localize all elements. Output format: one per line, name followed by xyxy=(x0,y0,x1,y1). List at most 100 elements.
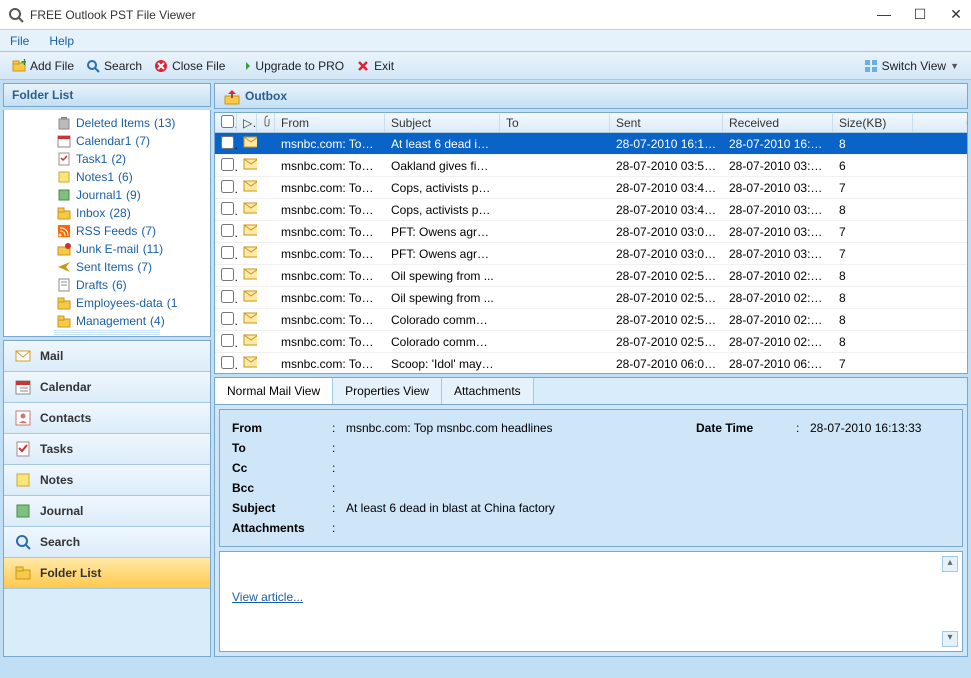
envelope-icon xyxy=(237,156,257,175)
search-button[interactable]: Search xyxy=(80,57,148,75)
nav-folderlist[interactable]: Folder List xyxy=(4,558,210,589)
close-file-button[interactable]: Close File xyxy=(148,57,231,75)
mail-row[interactable]: msnbc.com: Top m...Colorado commoti...28… xyxy=(215,309,967,331)
folder-count: (11) xyxy=(143,242,163,256)
nav-search[interactable]: Search xyxy=(4,527,210,558)
envelope-icon xyxy=(237,332,257,351)
row-checkbox[interactable] xyxy=(215,244,237,264)
cell-sent: 28-07-2010 03:48:49 xyxy=(610,179,723,197)
nav-notes[interactable]: Notes xyxy=(4,465,210,496)
notes-icon xyxy=(14,471,32,489)
svg-text:+: + xyxy=(21,59,26,69)
header-checkbox[interactable] xyxy=(215,113,237,133)
nav-contacts[interactable]: Contacts xyxy=(4,403,210,434)
row-checkbox[interactable] xyxy=(215,178,237,198)
folder-item[interactable]: Junk E-mail (11) xyxy=(6,240,208,258)
mail-row[interactable]: msnbc.com: Top m...Oil spewing from ...2… xyxy=(215,287,967,309)
menu-help[interactable]: Help xyxy=(49,34,74,48)
grid-body[interactable]: msnbc.com: Top m...At least 6 dead in ..… xyxy=(215,133,967,373)
mail-row[interactable]: msnbc.com: Top m...At least 6 dead in ..… xyxy=(215,133,967,155)
row-checkbox[interactable] xyxy=(215,354,237,374)
cell-from: msnbc.com: Top m... xyxy=(275,245,385,263)
folder-item[interactable]: Employees-data (1 xyxy=(6,294,208,312)
row-checkbox[interactable] xyxy=(215,310,237,330)
window-title: FREE Outlook PST File Viewer xyxy=(30,8,877,22)
row-checkbox[interactable] xyxy=(215,266,237,286)
cell-subject: PFT: Owens agrees... xyxy=(385,223,500,241)
view-article-link[interactable]: View article... xyxy=(232,590,303,604)
folder-item[interactable]: Notes1 (6) xyxy=(6,168,208,186)
tab-normal-mail-view[interactable]: Normal Mail View xyxy=(215,378,333,405)
close-button[interactable]: ✕ xyxy=(949,6,963,23)
cell-to xyxy=(500,252,610,256)
folder-count: (6) xyxy=(118,170,133,184)
tab-attachments[interactable]: Attachments xyxy=(442,378,534,404)
folder-item[interactable]: Task1 (2) xyxy=(6,150,208,168)
folder-item[interactable]: Deleted Items (13) xyxy=(6,114,208,132)
header-received[interactable]: Received xyxy=(723,114,833,132)
folder-name: Sent Items xyxy=(76,260,133,274)
value-from: msnbc.com: Top msnbc.com headlines xyxy=(346,421,696,435)
close-red-icon xyxy=(154,59,168,73)
mail-row[interactable]: msnbc.com: Top m...Scoop: 'Idol' may ...… xyxy=(215,353,967,373)
folder-name: Task1 xyxy=(76,152,107,166)
mail-row[interactable]: msnbc.com: Top m...Oil spewing from ...2… xyxy=(215,265,967,287)
folder-tree[interactable]: Deleted Items (13)Calendar1 (7)Task1 (2)… xyxy=(4,110,210,330)
tab-properties-view[interactable]: Properties View xyxy=(333,378,442,404)
mail-row[interactable]: msnbc.com: Top m...Colorado commoti...28… xyxy=(215,331,967,353)
row-checkbox[interactable] xyxy=(215,332,237,352)
folder-item[interactable]: Inbox (28) xyxy=(6,204,208,222)
mail-row[interactable]: msnbc.com: Top m...Oakland gives fina...… xyxy=(215,155,967,177)
switch-view-button[interactable]: Switch View ▼ xyxy=(858,57,965,75)
envelope-icon xyxy=(237,178,257,197)
add-file-button[interactable]: + Add File xyxy=(6,57,80,75)
value-datetime: 28-07-2010 16:13:33 xyxy=(810,421,950,435)
nav-tasks[interactable]: Tasks xyxy=(4,434,210,465)
folder-item[interactable]: Calendar1 (7) xyxy=(6,132,208,150)
row-checkbox[interactable] xyxy=(215,156,237,176)
folder-item[interactable]: Sent Items (7) xyxy=(6,258,208,276)
header-sent[interactable]: Sent xyxy=(610,114,723,132)
header-subject[interactable]: Subject xyxy=(385,114,500,132)
upgrade-button[interactable]: Upgrade to PRO xyxy=(231,57,350,75)
envelope-icon xyxy=(237,288,257,307)
nav-mail[interactable]: Mail xyxy=(4,341,210,372)
title-bar: FREE Outlook PST File Viewer — ☐ ✕ xyxy=(0,0,971,30)
maximize-button[interactable]: ☐ xyxy=(913,6,927,23)
cell-size: 7 xyxy=(833,179,913,197)
splitter-handle[interactable] xyxy=(54,330,160,336)
row-checkbox[interactable] xyxy=(215,288,237,308)
header-from[interactable]: From xyxy=(275,114,385,132)
folder-item[interactable]: Management (4) xyxy=(6,312,208,330)
nav-calendar[interactable]: Calendar xyxy=(4,372,210,403)
row-checkbox[interactable] xyxy=(215,200,237,220)
minimize-button[interactable]: — xyxy=(877,6,891,23)
header-size[interactable]: Size(KB) xyxy=(833,114,913,132)
row-checkbox[interactable] xyxy=(215,222,237,242)
header-attachment-icon[interactable] xyxy=(257,113,275,132)
mail-row[interactable]: msnbc.com: Top m...PFT: Owens agrees...2… xyxy=(215,243,967,265)
scroll-up-button[interactable]: ▴ xyxy=(942,556,958,572)
cell-sent: 28-07-2010 02:59:32 xyxy=(610,267,723,285)
folder-name: Notes1 xyxy=(76,170,114,184)
cell-subject: Scoop: 'Idol' may ... xyxy=(385,355,500,373)
mail-row[interactable]: msnbc.com: Top m...PFT: Owens agrees...2… xyxy=(215,221,967,243)
cell-sent: 28-07-2010 02:59:32 xyxy=(610,289,723,307)
cell-to xyxy=(500,142,610,146)
cell-subject: Oil spewing from ... xyxy=(385,267,500,285)
mail-row[interactable]: msnbc.com: Top m...Cops, activists pre..… xyxy=(215,199,967,221)
label-cc: Cc xyxy=(232,461,332,475)
scroll-down-button[interactable]: ▾ xyxy=(942,631,958,647)
menu-file[interactable]: File xyxy=(10,34,29,48)
nav-journal[interactable]: Journal xyxy=(4,496,210,527)
row-checkbox[interactable] xyxy=(215,134,237,154)
folder-item[interactable]: RSS Feeds (7) xyxy=(6,222,208,240)
folder-item[interactable]: Journal1 (9) xyxy=(6,186,208,204)
header-flag-icon[interactable]: ▷ xyxy=(237,114,257,132)
header-to[interactable]: To xyxy=(500,114,610,132)
mail-row[interactable]: msnbc.com: Top m...Cops, activists pre..… xyxy=(215,177,967,199)
folder-item[interactable]: Drafts (6) xyxy=(6,276,208,294)
mail-icon xyxy=(14,347,32,365)
nav-section: Mail Calendar Contacts Tasks Notes Journ… xyxy=(3,340,211,657)
exit-button[interactable]: Exit xyxy=(350,57,400,75)
